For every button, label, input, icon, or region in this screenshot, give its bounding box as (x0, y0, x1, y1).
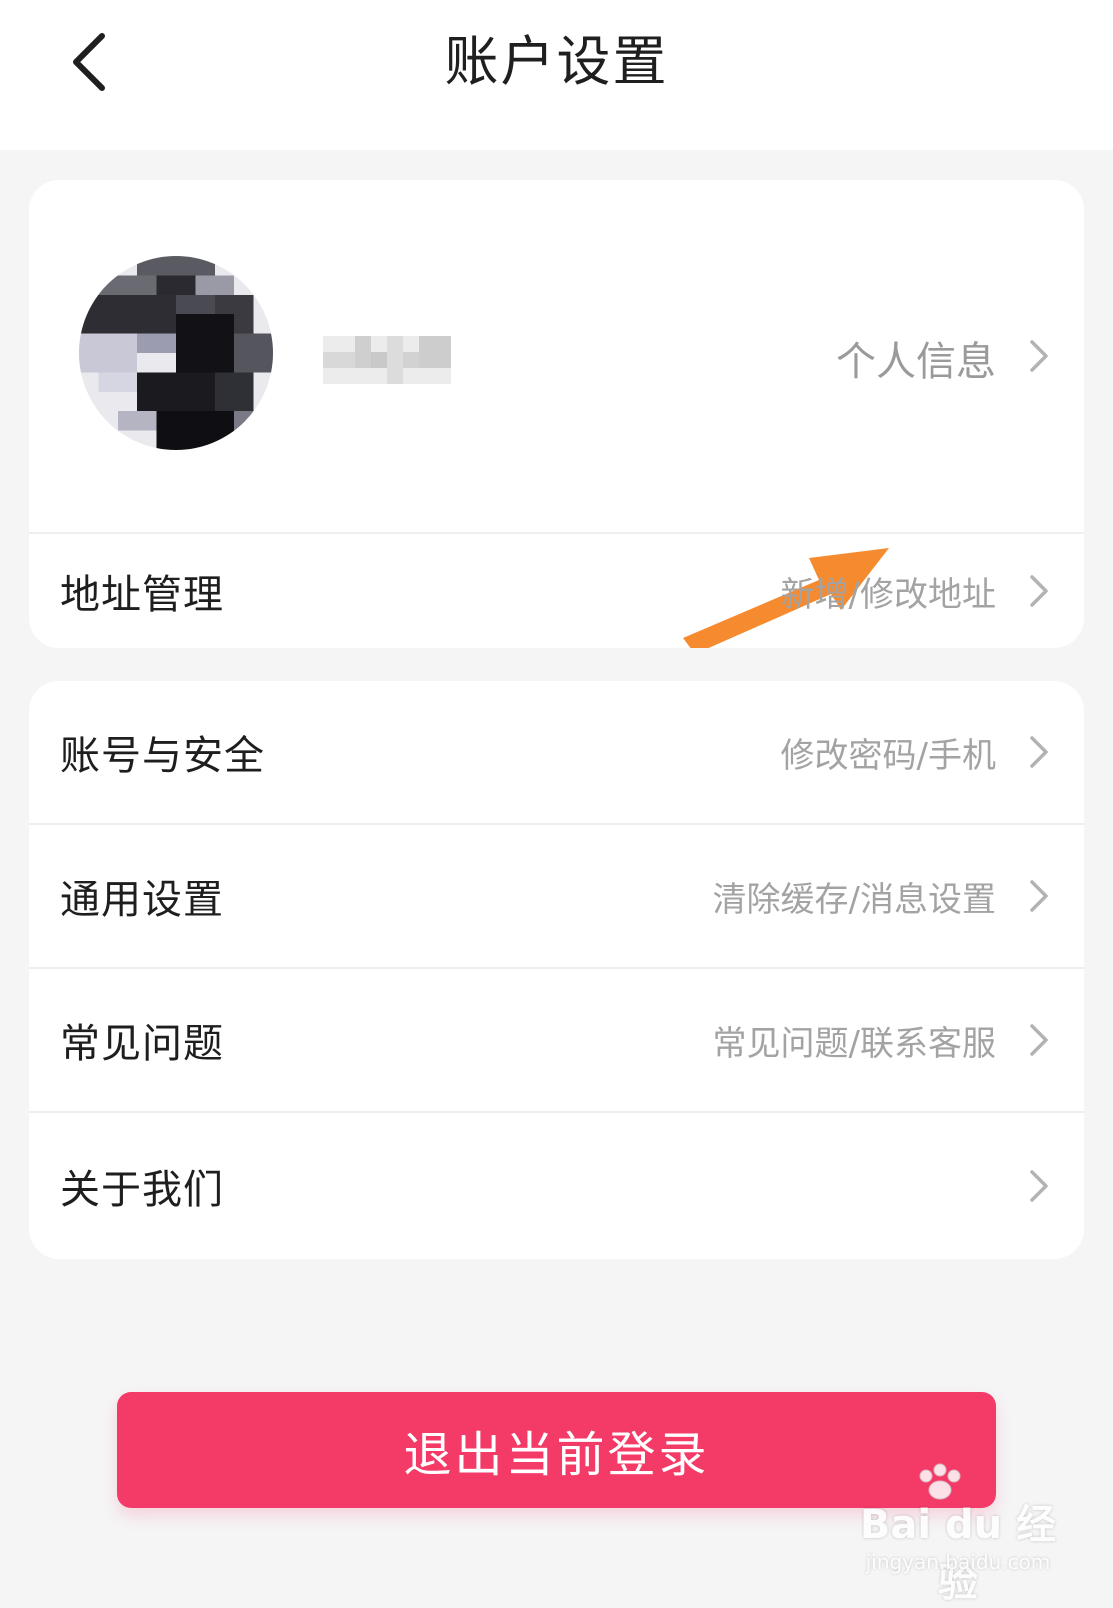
row-label: 关于我们 (60, 1167, 224, 1213)
chevron-right-icon (1030, 575, 1048, 607)
avatar (79, 256, 273, 450)
chevron-right-icon (1030, 736, 1048, 768)
personal-info-link: 个人信息 (836, 339, 996, 385)
row-account-security[interactable]: 账号与安全 修改密码/手机 (29, 681, 1084, 823)
row-about-us[interactable]: 关于我们 (29, 1113, 1084, 1259)
chevron-right-icon (1030, 1024, 1048, 1056)
chevron-right-icon (1030, 880, 1048, 912)
page-title: 账户设置 (444, 30, 669, 93)
row-address-management[interactable]: 地址管理 新增/修改地址 (29, 534, 1084, 648)
settings-card: 账号与安全 修改密码/手机 通用设置 清除缓存/消息设置 常见问题 常见问题/联… (29, 681, 1084, 1259)
row-hint: 清除缓存/消息设置 (712, 879, 996, 920)
row-general-settings[interactable]: 通用设置 清除缓存/消息设置 (29, 825, 1084, 967)
row-label: 通用设置 (60, 877, 224, 923)
row-label: 账号与安全 (60, 733, 265, 779)
header-bar: 账户设置 (0, 0, 1113, 150)
username-blurred (307, 336, 467, 384)
chevron-right-icon (1030, 340, 1048, 372)
watermark-brand: Bai du 经验 (859, 1502, 1057, 1606)
chevron-right-icon (1030, 1170, 1048, 1202)
row-label: 常见问题 (60, 1021, 224, 1067)
logout-button[interactable]: 退出当前登录 (117, 1392, 996, 1508)
row-hint: 常见问题/联系客服 (712, 1023, 996, 1064)
row-hint: 新增/修改地址 (780, 574, 996, 615)
row-label: 地址管理 (60, 572, 224, 618)
profile-card: 个人信息 地址管理 新增/修改地址 (29, 180, 1084, 648)
profile-row[interactable]: 个人信息 (29, 180, 1084, 532)
watermark-url: jingyan.baidu.com (865, 1550, 1051, 1574)
row-faq[interactable]: 常见问题 常见问题/联系客服 (29, 969, 1084, 1111)
row-hint: 修改密码/手机 (780, 735, 996, 776)
